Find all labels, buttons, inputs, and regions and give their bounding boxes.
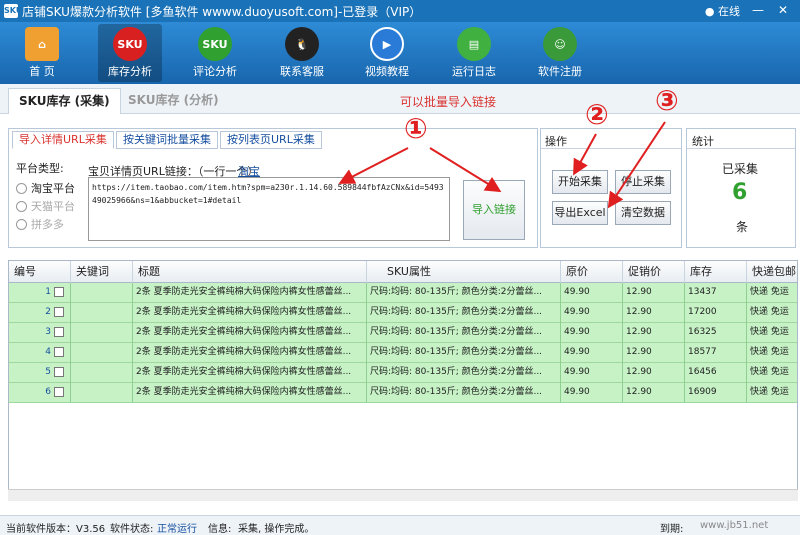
- annotation-arrows: [338, 121, 666, 209]
